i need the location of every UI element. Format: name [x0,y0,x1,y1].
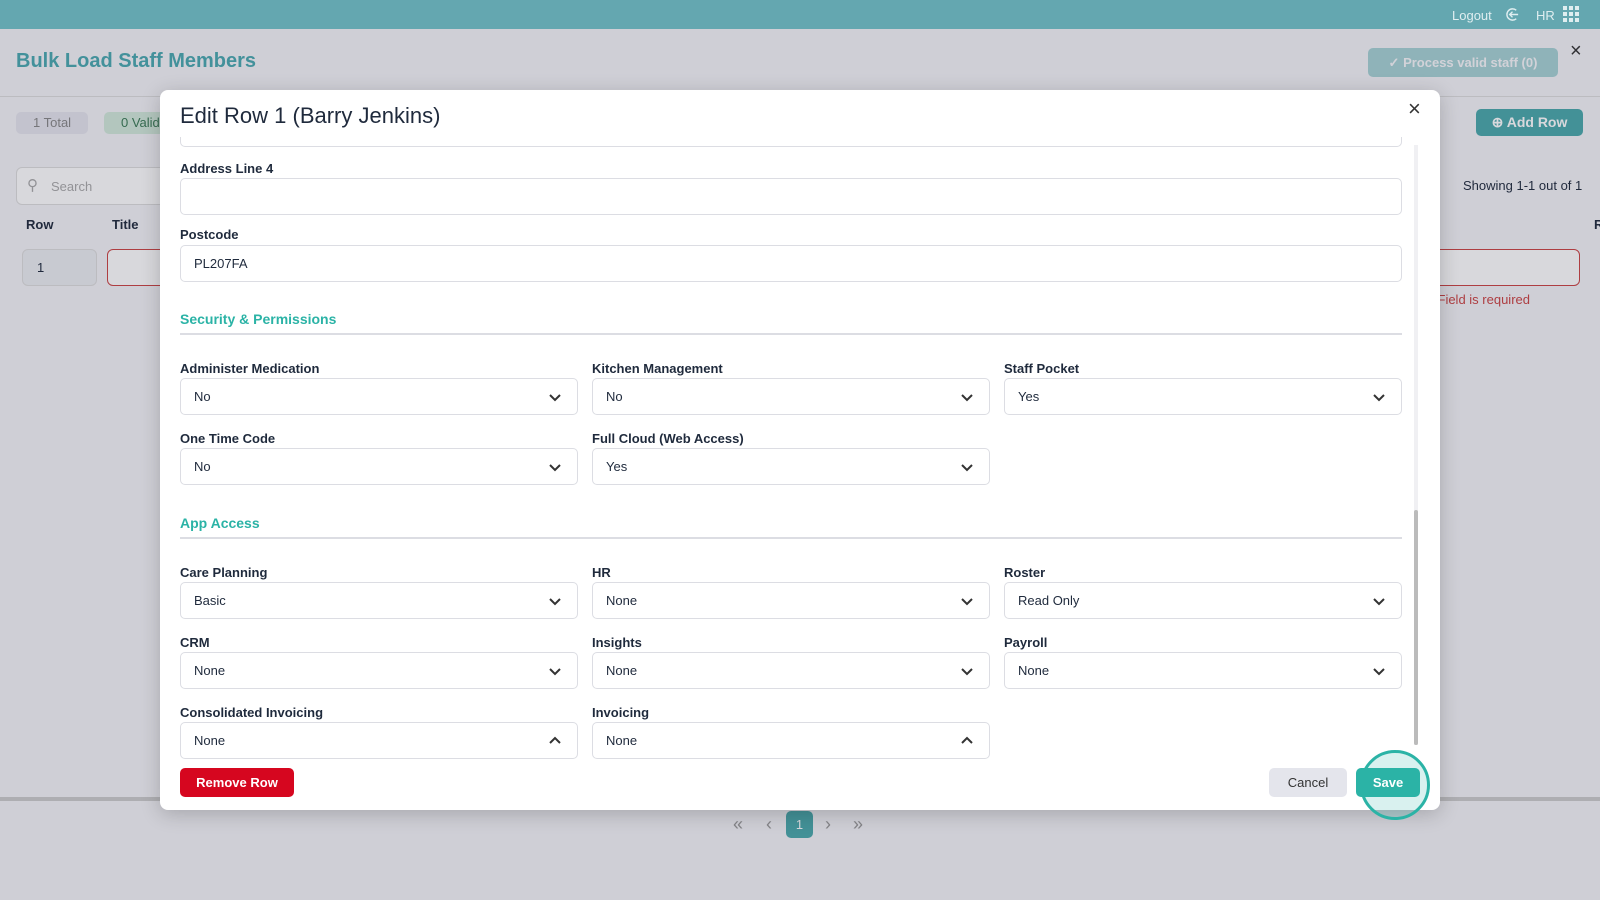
roster-label: Roster [1004,565,1046,580]
select-value: No [606,389,623,404]
remove-row-button[interactable]: Remove Row [180,768,294,797]
modal-scroll-track[interactable] [1414,145,1418,745]
modal-title: Edit Row 1 (Barry Jenkins) [180,103,441,128]
select-value: No [194,389,211,404]
postcode-label: Postcode [180,227,239,242]
address4-input[interactable] [180,178,1402,215]
postcode-input[interactable]: PL207FA [180,245,1402,282]
select-value: None [1018,663,1050,678]
administer-medication-select[interactable]: No [180,378,578,415]
hr-label: HR [592,565,611,580]
previous-input-fragment[interactable] [180,137,1402,147]
full-cloud-web-access-label: Full Cloud (Web Access) [592,431,744,446]
crm-label: CRM [180,635,210,650]
invoicing-label: Invoicing [592,705,650,720]
apps-grid-icon[interactable] [1563,6,1580,23]
select-value: None [194,663,226,678]
care-planning-select[interactable]: Basic [180,582,578,619]
chevron-down-icon [1373,598,1385,606]
logout-icon[interactable] [1505,7,1520,22]
full-cloud-web-access-select[interactable]: Yes [592,448,990,485]
roster-select[interactable]: Read Only [1004,582,1402,619]
insights-label: Insights [592,635,642,650]
select-value: Yes [1018,389,1040,404]
select-value: No [194,459,211,474]
chevron-down-icon [1373,668,1385,676]
hr-select[interactable]: None [592,582,990,619]
user-initials[interactable]: HR [1536,8,1555,23]
kitchen-management-select[interactable]: No [592,378,990,415]
administer-medication-label: Administer Medication [180,361,320,376]
staff-pocket-select[interactable]: Yes [1004,378,1402,415]
chevron-down-icon [549,394,561,402]
one-time-code-label: One Time Code [180,431,276,446]
consolidated-invoicing-label: Consolidated Invoicing [180,705,324,720]
one-time-code-select[interactable]: No [180,448,578,485]
crm-select[interactable]: None [180,652,578,689]
select-value: Yes [606,459,628,474]
edit-row-modal: Edit Row 1 (Barry Jenkins) × Address Lin… [160,90,1440,820]
chevron-up-icon [549,736,561,744]
consolidated-invoicing-select[interactable]: None [180,722,578,759]
chevron-down-icon [961,464,973,472]
insights-select[interactable]: None [592,652,990,689]
chevron-down-icon [1373,394,1385,402]
select-value: None [606,663,638,678]
chevron-up-icon [961,736,973,744]
top-bar: Logout HR [0,0,1600,29]
address4-label: Address Line 4 [180,161,274,176]
save-button[interactable]: Save [1356,768,1420,797]
select-value: Read Only [1018,593,1080,608]
staff-pocket-label: Staff Pocket [1004,361,1080,376]
app-access-heading: App Access [180,515,260,531]
cancel-button[interactable]: Cancel [1269,768,1347,797]
divider [180,333,1402,335]
chevron-down-icon [549,668,561,676]
payroll-label: Payroll [1004,635,1048,650]
chevron-down-icon [961,394,973,402]
payroll-select[interactable]: None [1004,652,1402,689]
select-value: Basic [194,593,226,608]
invoicing-select[interactable]: None [592,722,990,759]
security-heading: Security & Permissions [180,311,337,327]
chevron-down-icon [549,464,561,472]
kitchen-management-label: Kitchen Management [592,361,723,376]
chevron-down-icon [961,598,973,606]
logout-link[interactable]: Logout [1452,8,1492,23]
chevron-down-icon [961,668,973,676]
chevron-down-icon [549,598,561,606]
select-value: None [194,733,226,748]
modal-scrollbar-thumb[interactable] [1414,510,1418,745]
divider [180,537,1402,539]
select-value: None [606,593,638,608]
care-planning-label: Care Planning [180,565,268,580]
close-modal-icon[interactable]: × [1408,96,1421,122]
select-value: None [606,733,638,748]
